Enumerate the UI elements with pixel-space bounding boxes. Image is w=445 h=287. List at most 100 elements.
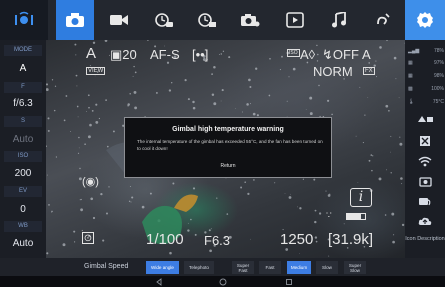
dialog-title: Gimbal high temperature warning bbox=[172, 126, 284, 133]
vf-iso-badge: ISO bbox=[287, 49, 300, 57]
status-battery-1: ▦ 97% bbox=[408, 60, 444, 66]
vf-view-badge: VIEW bbox=[86, 67, 106, 75]
camera-icon bbox=[66, 13, 84, 27]
tab-music[interactable] bbox=[320, 0, 358, 40]
dialog-message: The internal temperature of the gimbal h… bbox=[137, 139, 323, 151]
camera-rotate-button[interactable] bbox=[409, 192, 441, 210]
cloud-upload-icon bbox=[418, 217, 432, 225]
temperature-warning-dialog: Gimbal high temperature warning The inte… bbox=[124, 117, 332, 178]
shutter-label: S bbox=[4, 116, 42, 127]
back-icon bbox=[156, 277, 162, 286]
camera-add-icon bbox=[241, 14, 260, 27]
playback-icon bbox=[286, 12, 304, 28]
battery-icon: ▦ bbox=[408, 73, 413, 79]
speed-slow-button[interactable]: Slow bbox=[316, 261, 338, 274]
vf-remaining: [31.9k] bbox=[328, 231, 374, 248]
info-icon[interactable]: i bbox=[350, 188, 372, 207]
wb-label: WB bbox=[4, 221, 42, 232]
speed-telephoto-button[interactable]: Telephoto bbox=[184, 261, 214, 274]
vf-aperture: F6.3 bbox=[204, 233, 231, 248]
speed-fast-button[interactable]: Fast bbox=[259, 261, 281, 274]
settings-icon bbox=[417, 12, 433, 28]
tab-timelapse-video[interactable] bbox=[188, 0, 226, 40]
home-icon bbox=[219, 278, 227, 285]
wifi-button[interactable] bbox=[409, 152, 441, 170]
nav-recents-button[interactable] bbox=[282, 277, 296, 286]
camera-battery-icon: ▩ bbox=[408, 86, 413, 92]
vf-shots: 20 bbox=[122, 47, 137, 62]
tab-panorama[interactable] bbox=[231, 0, 269, 40]
system-nav-bar bbox=[0, 276, 445, 287]
tab-gimbal-mode[interactable] bbox=[0, 0, 48, 40]
ev-value[interactable]: 0 bbox=[2, 202, 44, 218]
camera-rotate-icon bbox=[419, 197, 431, 205]
iso-value[interactable]: 200 bbox=[2, 166, 44, 182]
camera-icon bbox=[418, 176, 432, 187]
vf-iso-value: 1250 bbox=[280, 231, 314, 248]
iso-label: ISO bbox=[4, 151, 42, 162]
tab-timelapse-photo[interactable] bbox=[145, 0, 183, 40]
speed-super-slow-button[interactable]: Super Slow bbox=[344, 261, 366, 274]
focus-target-icon bbox=[420, 136, 430, 146]
tab-settings[interactable] bbox=[405, 0, 445, 40]
timelapse-camera-icon bbox=[155, 13, 173, 27]
vf-picture-style: NORM bbox=[313, 64, 353, 79]
video-camera-icon bbox=[110, 15, 128, 25]
top-mode-bar bbox=[0, 0, 445, 40]
timelapse-video-icon bbox=[198, 13, 216, 27]
nav-back-button[interactable] bbox=[152, 277, 166, 286]
ev-label: EV bbox=[4, 186, 42, 197]
status-temperature: 🌡 75°C bbox=[408, 99, 444, 105]
vf-mode: A bbox=[86, 45, 97, 62]
battery-icon: ▦ bbox=[408, 60, 413, 66]
return-button[interactable]: Return bbox=[208, 162, 248, 171]
gimbal-speed-label: Gimbal Speed bbox=[84, 263, 129, 270]
gimbal-speed-bar: Gimbal Speed Wide angle Telephoto Super … bbox=[0, 258, 445, 276]
vf-usb: ∵ bbox=[326, 210, 332, 220]
focus-target-button[interactable] bbox=[409, 132, 441, 150]
vf-focus-mode: AF-S bbox=[150, 47, 180, 62]
vf-wb: A bbox=[362, 47, 371, 62]
exposure-panel: MODE A F f/6.3 S Auto ISO 200 EV 0 WB Au… bbox=[0, 40, 46, 258]
temperature-icon: 🌡 bbox=[408, 99, 415, 105]
metering-icon: ⊙ bbox=[82, 232, 94, 244]
status-battery-2: ▦ 98% bbox=[408, 73, 444, 79]
tab-motion[interactable] bbox=[364, 0, 402, 40]
speed-super-fast-button[interactable]: Super Fast bbox=[232, 261, 254, 274]
nav-home-button[interactable] bbox=[216, 277, 230, 286]
status-signal: ▂▄▆ 78% bbox=[408, 48, 444, 54]
transfer-icon bbox=[418, 116, 433, 122]
battery-icon bbox=[346, 213, 366, 220]
shutter-value[interactable]: Auto bbox=[2, 132, 44, 148]
tab-video[interactable] bbox=[100, 0, 138, 40]
vf-shutter: 1/100 bbox=[146, 231, 184, 248]
mode-label: MODE bbox=[4, 45, 42, 56]
wb-value[interactable]: Auto bbox=[2, 236, 44, 252]
vf-af-area: [••] bbox=[192, 47, 209, 62]
speed-medium-button[interactable]: Medium bbox=[287, 261, 311, 274]
transfer-button[interactable] bbox=[409, 110, 441, 128]
icon-description-link[interactable]: Icon Description bbox=[405, 236, 445, 243]
gimbal-mode-icon bbox=[15, 11, 33, 25]
signal-icon: ▂▄▆ bbox=[408, 48, 420, 54]
recents-icon bbox=[286, 278, 292, 285]
status-panel: ▂▄▆ 78% ▦ 97% ▦ 98% ▩ 100% 🌡 75°C Icon D… bbox=[405, 40, 445, 258]
speed-wide-angle-button[interactable]: Wide angle bbox=[146, 261, 179, 274]
camera-button[interactable] bbox=[409, 172, 441, 190]
tab-photo[interactable] bbox=[56, 0, 94, 40]
aperture-value[interactable]: f/6.3 bbox=[2, 96, 44, 112]
vf-iso-display: A◊ bbox=[300, 47, 316, 62]
status-camera-battery: ▩ 100% bbox=[408, 86, 444, 92]
wifi-icon bbox=[418, 156, 432, 166]
vf-fx-badge: FX bbox=[363, 67, 375, 75]
burst-icon: ▣ bbox=[110, 47, 123, 62]
music-note-icon bbox=[332, 12, 346, 28]
vf-flash: ↯OFF bbox=[322, 47, 359, 62]
motion-path-icon bbox=[377, 13, 390, 25]
vf-burst: ▣20 bbox=[110, 47, 137, 63]
tab-playback[interactable] bbox=[276, 0, 314, 40]
aperture-label: F bbox=[4, 82, 42, 93]
vf-stabilizer: (◉) bbox=[82, 176, 99, 188]
mode-value[interactable]: A bbox=[2, 61, 44, 77]
cloud-upload-button[interactable] bbox=[409, 212, 441, 230]
